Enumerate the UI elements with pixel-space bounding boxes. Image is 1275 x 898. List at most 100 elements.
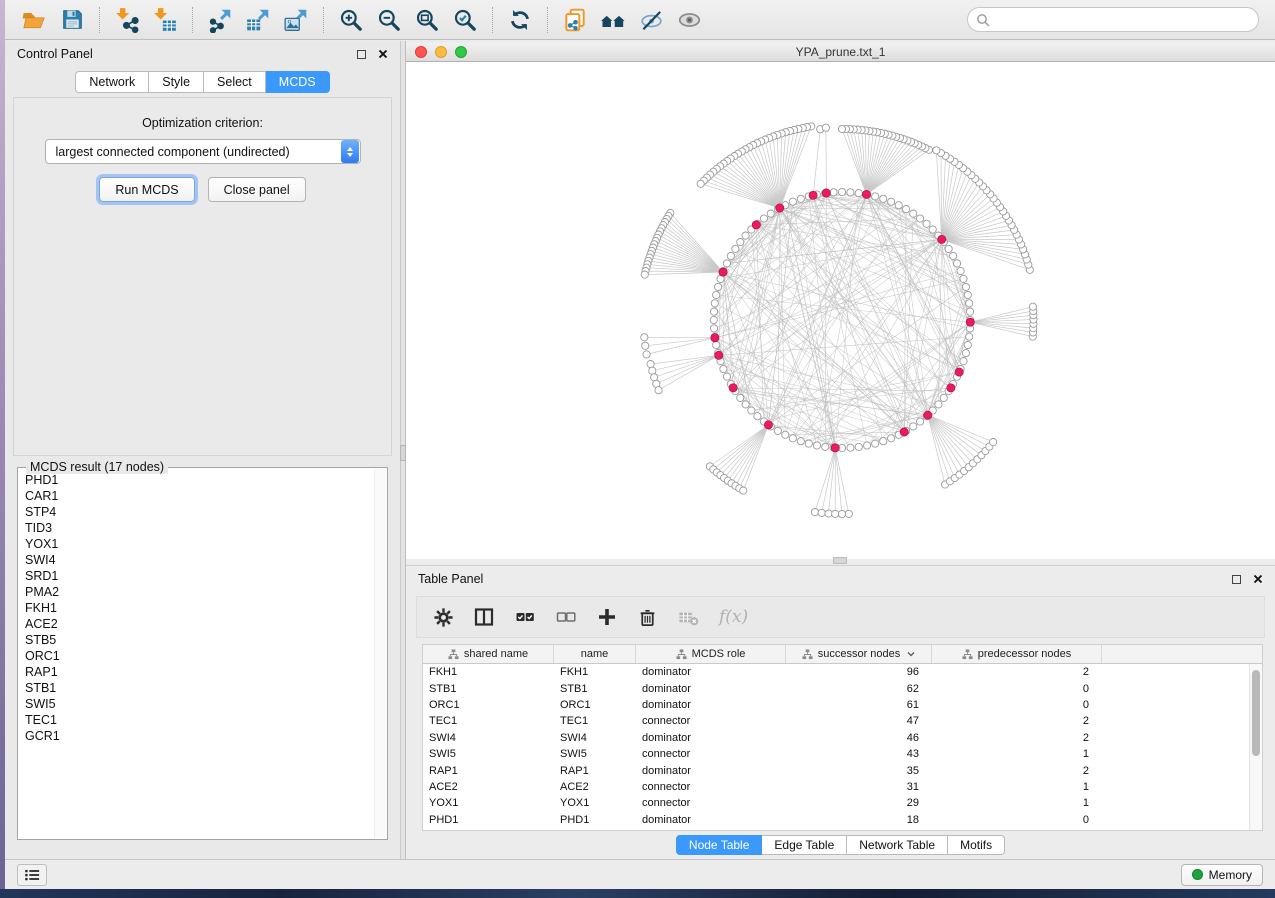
zoom-out-button[interactable] xyxy=(370,3,408,37)
table-row[interactable]: FKH1FKH1dominator962 xyxy=(423,664,1249,680)
first-neighbors-button[interactable] xyxy=(594,3,632,37)
mcds-result-item[interactable]: FKH1 xyxy=(19,600,373,616)
delete-table-button[interactable] xyxy=(677,607,700,628)
export-network-button[interactable] xyxy=(201,3,239,37)
column-header-successor-nodes[interactable]: successor nodes xyxy=(786,645,932,663)
zoom-in-button[interactable] xyxy=(332,3,370,37)
table-row[interactable]: TEC1TEC1connector472 xyxy=(423,713,1249,729)
network-canvas[interactable] xyxy=(406,62,1275,559)
duplicate-network-button[interactable] xyxy=(556,3,594,37)
tab-network-table[interactable]: Network Table xyxy=(847,835,948,855)
tab-style[interactable]: Style xyxy=(149,71,204,93)
export-table-button[interactable] xyxy=(239,3,277,37)
tab-mcds[interactable]: MCDS xyxy=(266,71,330,93)
select-all-checkboxes-button[interactable] xyxy=(514,606,536,628)
mcds-result-item[interactable]: SWI5 xyxy=(19,696,373,712)
mcds-result-item[interactable]: ACE2 xyxy=(19,616,373,632)
deselect-checkboxes-button[interactable] xyxy=(555,606,577,628)
table-header-row: shared name name MCDS rolesuccessor nodesp… xyxy=(423,645,1262,664)
mcds-result-item[interactable]: RAP1 xyxy=(19,664,373,680)
delete-button[interactable] xyxy=(637,607,658,628)
zoom-out-icon xyxy=(376,7,402,33)
network-graph-svg[interactable] xyxy=(406,62,1275,559)
mcds-result-item[interactable]: TID3 xyxy=(19,520,373,536)
export-image-button[interactable] xyxy=(277,3,315,37)
table-cell: FKH1 xyxy=(423,666,554,678)
mcds-list-scrollbar[interactable] xyxy=(374,469,386,838)
tab-node-table[interactable]: Node Table xyxy=(676,835,763,855)
maximize-window-button[interactable] xyxy=(455,46,467,58)
table-scrollbar-thumb[interactable] xyxy=(1252,670,1260,756)
split-columns-button[interactable] xyxy=(473,606,495,628)
table-cell: ACE2 xyxy=(554,781,636,793)
tab-motifs[interactable]: Motifs xyxy=(948,835,1005,855)
hide-selection-button[interactable] xyxy=(632,3,670,37)
import-network-button[interactable] xyxy=(108,3,146,37)
close-panel-icon[interactable] xyxy=(1253,574,1263,584)
refresh-layout-button[interactable] xyxy=(501,3,539,37)
panel-menu-button[interactable] xyxy=(17,864,47,886)
tab-network[interactable]: Network xyxy=(75,71,149,93)
mcds-result-item[interactable]: STP4 xyxy=(19,504,373,520)
zoom-selected-button[interactable] xyxy=(446,3,484,37)
close-panel-button[interactable]: Close panel xyxy=(208,177,306,202)
show-all-icon xyxy=(676,7,703,33)
table-cell: connector xyxy=(636,715,786,727)
search-input[interactable] xyxy=(995,13,1250,27)
network-window-titlebar[interactable]: YPA_prune.txt_1 xyxy=(406,43,1275,62)
table-cell: RAP1 xyxy=(554,765,636,777)
column-header-predecessor-nodes[interactable]: predecessor nodes xyxy=(932,645,1102,663)
add-column-icon xyxy=(596,606,618,628)
minimize-window-button[interactable] xyxy=(435,46,447,58)
table-cell: 2 xyxy=(932,732,1102,744)
mcds-result-item[interactable]: SWI4 xyxy=(19,552,373,568)
table-row[interactable]: SWI4SWI4dominator462 xyxy=(423,730,1249,746)
mcds-result-item[interactable]: STB1 xyxy=(19,680,373,696)
shared-column-icon xyxy=(676,649,687,660)
optimization-criterion-select[interactable]: largest connected component (undirected) xyxy=(45,139,361,164)
column-header-shared-name[interactable]: shared name xyxy=(423,645,554,663)
column-header-label: name xyxy=(581,648,609,660)
table-cell: 47 xyxy=(786,715,932,727)
screen: Control Panel NetworkStyleSelectMCDS Opt… xyxy=(0,0,1275,898)
tab-edge-table[interactable]: Edge Table xyxy=(762,835,847,855)
float-panel-icon[interactable] xyxy=(1232,575,1241,584)
run-mcds-button[interactable]: Run MCDS xyxy=(99,177,194,202)
tab-select[interactable]: Select xyxy=(204,71,266,93)
table-row[interactable]: RAP1RAP1dominator352 xyxy=(423,762,1249,778)
close-window-button[interactable] xyxy=(415,46,427,58)
mcds-result-item[interactable]: PMA2 xyxy=(19,584,373,600)
float-panel-icon[interactable] xyxy=(357,50,366,59)
mcds-result-item[interactable]: GCR1 xyxy=(19,728,373,744)
close-panel-icon[interactable] xyxy=(378,49,388,59)
settings-gear-button[interactable] xyxy=(433,607,454,628)
save-session-button[interactable] xyxy=(53,3,91,37)
table-row[interactable]: PHD1PHD1dominator180 xyxy=(423,812,1249,828)
table-row[interactable]: YOX1YOX1connector291 xyxy=(423,795,1249,811)
mcds-result-item[interactable]: ORC1 xyxy=(19,648,373,664)
column-header-name[interactable]: name xyxy=(554,645,636,663)
table-row[interactable]: STB1STB1dominator620 xyxy=(423,680,1249,696)
mcds-result-item[interactable]: STB5 xyxy=(19,632,373,648)
table-row[interactable]: SWI5SWI5connector431 xyxy=(423,746,1249,762)
network-window-title: YPA_prune.txt_1 xyxy=(796,45,886,59)
toolbar-separator xyxy=(192,7,193,33)
zoom-fit-button[interactable] xyxy=(408,3,446,37)
table-scrollbar[interactable] xyxy=(1249,664,1262,830)
memory-button[interactable]: Memory xyxy=(1181,864,1263,886)
mcds-result-item[interactable]: TEC1 xyxy=(19,712,373,728)
global-search-field[interactable] xyxy=(967,7,1259,32)
mcds-result-item[interactable]: PHD1 xyxy=(19,472,373,488)
mcds-result-item[interactable]: CAR1 xyxy=(19,488,373,504)
add-column-button[interactable] xyxy=(596,606,618,628)
show-all-button[interactable] xyxy=(670,3,708,37)
function-builder-button[interactable]: f(x) xyxy=(719,607,748,627)
mcds-result-item[interactable]: YOX1 xyxy=(19,536,373,552)
table-row[interactable]: ORC1ORC1dominator610 xyxy=(423,697,1249,713)
splitter-grip[interactable] xyxy=(833,557,847,564)
open-session-button[interactable] xyxy=(15,3,53,37)
import-table-button[interactable] xyxy=(146,3,184,37)
table-row[interactable]: ACE2ACE2connector311 xyxy=(423,779,1249,795)
mcds-result-item[interactable]: SRD1 xyxy=(19,568,373,584)
column-header-mcds-role[interactable]: MCDS role xyxy=(636,645,786,663)
